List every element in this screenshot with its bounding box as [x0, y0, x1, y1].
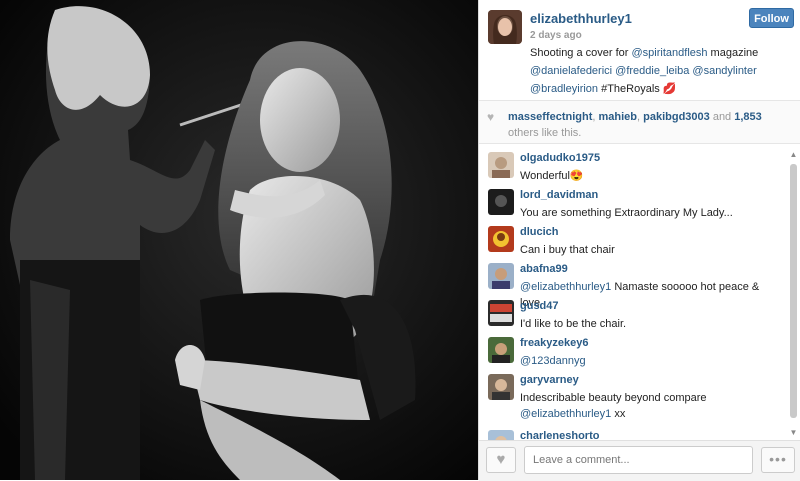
likes-section: ♥ masseffectnight, mahieb, pakibgd3003 a… [479, 101, 800, 144]
comment-username[interactable]: freakyzekey6 [520, 337, 589, 349]
post-timestamp: 2 days ago [530, 30, 582, 41]
comment-username[interactable]: lord_davidman [520, 189, 598, 201]
commenter-avatar[interactable] [488, 300, 514, 326]
commenter-avatar[interactable] [488, 430, 514, 440]
comment-username[interactable]: garyvarney [520, 374, 579, 386]
avatar-image [488, 189, 514, 215]
commenter-avatar[interactable] [488, 152, 514, 178]
heart-icon: ♥ [487, 110, 495, 124]
comment-input[interactable] [524, 446, 753, 474]
avatar-image [488, 430, 514, 440]
comment-item: charleneshorto [479, 422, 789, 440]
liker-username[interactable]: masseffectnight [508, 111, 592, 123]
caption-text: #TheRoyals 💋 [598, 83, 677, 95]
more-options-button[interactable]: ••• [761, 447, 795, 473]
post-caption: Shooting a cover for @spiritandflesh mag… [530, 44, 792, 98]
comments-scrollbar[interactable]: ▲ ▼ [789, 150, 798, 438]
likes-and: and [709, 111, 735, 123]
avatar-image [488, 337, 514, 363]
likes-count[interactable]: 1,853 [734, 111, 762, 123]
caption-text: magazine [707, 47, 759, 59]
comment-mention-link[interactable]: @elizabethhurley1 [520, 408, 611, 420]
likes-text: masseffectnight, mahieb, pakibgd3003 and… [508, 109, 794, 141]
caption-mention-link[interactable]: @bradleyirion [530, 83, 598, 95]
liker-username[interactable]: mahieb [598, 111, 637, 123]
more-dots-icon: ••• [769, 451, 787, 467]
comment-item: olgadudko1975 Wonderful😍 [479, 144, 789, 182]
caption-mention-link[interactable]: @spiritandflesh [632, 47, 708, 59]
liker-username[interactable]: pakibgd3003 [643, 111, 710, 123]
author-avatar[interactable] [488, 10, 522, 44]
scrollbar-thumb[interactable] [790, 164, 797, 418]
post-header: elizabethhurley1 2 days ago Follow Shoot… [479, 0, 800, 101]
avatar-image [488, 10, 522, 44]
comment-item: lord_davidman You are something Extraord… [479, 181, 789, 219]
instagram-post-viewer: elizabethhurley1 2 days ago Follow Shoot… [0, 0, 800, 481]
caption-mention-link[interactable]: @freddie_leiba [615, 65, 689, 77]
comment-item: gusd47 I'd like to be the chair. [479, 292, 789, 330]
author-username[interactable]: elizabethhurley1 [530, 11, 632, 26]
caption-mention-link[interactable]: @sandylinter [692, 65, 756, 77]
comment-username[interactable]: olgadudko1975 [520, 152, 600, 164]
comment-username[interactable]: gusd47 [520, 300, 559, 312]
commenter-avatar[interactable] [488, 226, 514, 252]
heart-icon: ♥ [496, 451, 506, 468]
scroll-down-arrow-icon[interactable]: ▼ [789, 428, 798, 438]
avatar-image [488, 152, 514, 178]
follow-button[interactable]: Follow [749, 8, 794, 28]
avatar-image [488, 300, 514, 326]
caption-mention-link[interactable]: @danielafederici [530, 65, 612, 77]
comment-username[interactable]: abafna99 [520, 263, 568, 275]
likes-suffix: others like this. [508, 127, 582, 139]
avatar-image [488, 226, 514, 252]
commenter-avatar[interactable] [488, 263, 514, 289]
comment-composer: ♥ ••• [479, 440, 800, 481]
avatar-image [488, 263, 514, 289]
photo-illustration [0, 0, 478, 480]
commenter-avatar[interactable] [488, 189, 514, 215]
comment-item: freakyzekey6 @123dannyg [479, 329, 789, 367]
comment-body: Indescribable beauty beyond compare [520, 392, 707, 404]
like-button[interactable]: ♥ [486, 447, 516, 473]
comments-list[interactable]: olgadudko1975 Wonderful😍 lord_davidman Y… [479, 144, 789, 440]
comment-item: garyvarney Indescribable beauty beyond c… [479, 366, 789, 422]
commenter-avatar[interactable] [488, 374, 514, 400]
commenter-avatar[interactable] [488, 337, 514, 363]
post-photo[interactable] [0, 0, 478, 480]
caption-text: Shooting a cover for [530, 47, 632, 59]
comment-item: abafna99 @elizabethhurley1 Namaste soooo… [479, 255, 789, 309]
scroll-up-arrow-icon[interactable]: ▲ [789, 150, 798, 160]
comment-username[interactable]: dlucich [520, 226, 559, 238]
comment-text: Indescribable beauty beyond compare @eliz… [520, 390, 782, 422]
comment-username[interactable]: charleneshorto [520, 430, 599, 440]
comment-item: dlucich Can i buy that chair [479, 218, 789, 256]
comment-body: xx [611, 408, 626, 420]
avatar-image [488, 374, 514, 400]
post-details-panel: elizabethhurley1 2 days ago Follow Shoot… [478, 0, 800, 481]
